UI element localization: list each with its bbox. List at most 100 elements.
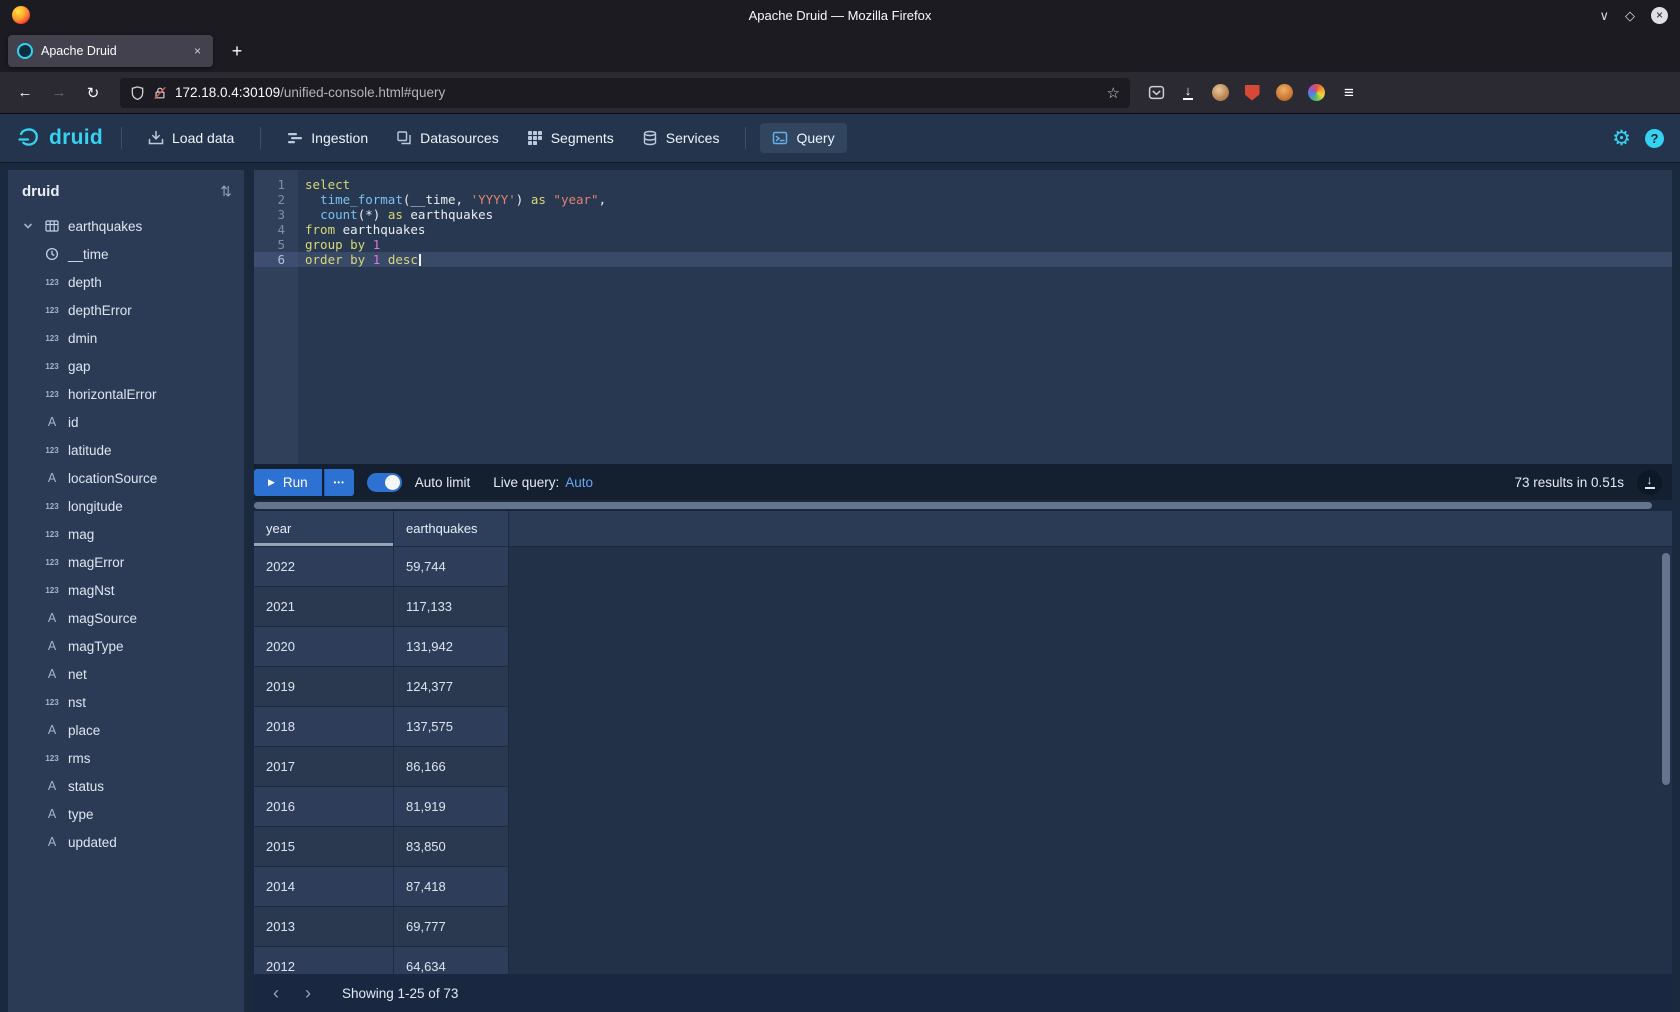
tree-item-label: latitude bbox=[68, 443, 112, 458]
ublock-extension-icon[interactable] bbox=[1238, 79, 1266, 107]
cell-earthquakes[interactable]: 64,634 bbox=[394, 947, 509, 974]
tree-item-updated[interactable]: Aupdated bbox=[8, 828, 244, 856]
table-row: 201264,634 bbox=[254, 947, 1672, 974]
pocket-icon[interactable] bbox=[1142, 79, 1170, 107]
cell-year[interactable]: 2021 bbox=[254, 587, 394, 627]
nav-datasources[interactable]: Datasources bbox=[384, 123, 511, 153]
code-line[interactable]: count(*) as earthquakes bbox=[298, 207, 1672, 222]
cell-earthquakes[interactable]: 69,777 bbox=[394, 907, 509, 947]
code-line[interactable]: select bbox=[298, 177, 1672, 192]
tree-item-latitude[interactable]: 123latitude bbox=[8, 436, 244, 464]
tree-item-gap[interactable]: 123gap bbox=[8, 352, 244, 380]
tree-item-nst[interactable]: 123nst bbox=[8, 688, 244, 716]
cell-earthquakes[interactable]: 83,850 bbox=[394, 827, 509, 867]
column-header-year[interactable]: year bbox=[254, 511, 394, 547]
nav-query[interactable]: Query bbox=[760, 123, 846, 153]
back-button[interactable]: ← bbox=[10, 78, 40, 108]
tree-item-horizontalError[interactable]: 123horizontalError bbox=[8, 380, 244, 408]
horizontal-scrollbar[interactable] bbox=[254, 500, 1672, 511]
cell-earthquakes[interactable]: 117,133 bbox=[394, 587, 509, 627]
load-data-icon bbox=[148, 130, 164, 146]
tree-item-net[interactable]: Anet bbox=[8, 660, 244, 688]
run-more-button[interactable]: ••• bbox=[324, 469, 354, 496]
previous-page-button[interactable]: ‹ bbox=[262, 979, 290, 1007]
druid-logo[interactable]: druid bbox=[16, 125, 109, 151]
bookmark-star-icon[interactable]: ☆ bbox=[1107, 84, 1120, 102]
cell-year[interactable]: 2012 bbox=[254, 947, 394, 974]
cell-earthquakes[interactable]: 124,377 bbox=[394, 667, 509, 707]
window-close-icon[interactable]: × bbox=[1651, 7, 1668, 24]
tree-item-rms[interactable]: 123rms bbox=[8, 744, 244, 772]
tree-item-label: earthquakes bbox=[68, 219, 142, 234]
help-icon[interactable]: ? bbox=[1645, 129, 1664, 148]
cell-earthquakes[interactable]: 81,919 bbox=[394, 787, 509, 827]
menu-icon[interactable]: ≡ bbox=[1334, 78, 1364, 108]
tab-close-icon[interactable]: × bbox=[191, 42, 204, 60]
cell-earthquakes[interactable]: 87,418 bbox=[394, 867, 509, 907]
downloads-icon[interactable]: ↓ bbox=[1174, 79, 1202, 107]
nav-load-data[interactable]: Load data bbox=[136, 123, 246, 153]
tree-item-place[interactable]: Aplace bbox=[8, 716, 244, 744]
code-line[interactable]: order by 1 desc bbox=[298, 252, 1672, 267]
tree-item-id[interactable]: Aid bbox=[8, 408, 244, 436]
cell-year[interactable]: 2016 bbox=[254, 787, 394, 827]
nav-segments[interactable]: Segments bbox=[515, 123, 626, 153]
cell-earthquakes[interactable]: 86,166 bbox=[394, 747, 509, 787]
profile-avatar-icon[interactable] bbox=[1270, 79, 1298, 107]
tree-item-magType[interactable]: AmagType bbox=[8, 632, 244, 660]
url-bar[interactable]: 172.18.0.4:30109/unified-console.html#qu… bbox=[120, 78, 1130, 108]
horizontal-scrollbar-thumb[interactable] bbox=[254, 502, 1652, 509]
window-minimize-icon[interactable]: ∨ bbox=[1599, 9, 1609, 22]
sql-editor[interactable]: 123456 select time_format(__time, 'YYYY'… bbox=[254, 170, 1672, 464]
editor-code[interactable]: select time_format(__time, 'YYYY') as "y… bbox=[298, 170, 1672, 464]
cell-earthquakes[interactable]: 59,744 bbox=[394, 547, 509, 587]
cell-year[interactable]: 2018 bbox=[254, 707, 394, 747]
nav-ingestion[interactable]: Ingestion bbox=[275, 123, 380, 153]
schema-sort-icon[interactable]: ⇅ bbox=[220, 183, 232, 200]
cell-year[interactable]: 2013 bbox=[254, 907, 394, 947]
reload-button[interactable]: ↻ bbox=[78, 78, 108, 108]
tree-item-magError[interactable]: 123magError bbox=[8, 548, 244, 576]
download-results-icon[interactable]: ↓ bbox=[1637, 470, 1662, 495]
code-line[interactable]: time_format(__time, 'YYYY') as "year", bbox=[298, 192, 1672, 207]
next-page-button[interactable]: › bbox=[294, 979, 322, 1007]
forward-button[interactable]: → bbox=[44, 78, 74, 108]
live-query-value[interactable]: Auto bbox=[565, 475, 593, 490]
column-header-earthquakes[interactable]: earthquakes bbox=[394, 511, 509, 547]
tree-item-earthquakes[interactable]: earthquakes bbox=[8, 212, 244, 240]
tree-item-mag[interactable]: 123mag bbox=[8, 520, 244, 548]
cell-year[interactable]: 2017 bbox=[254, 747, 394, 787]
tree-item-dmin[interactable]: 123dmin bbox=[8, 324, 244, 352]
tree-item-locationSource[interactable]: AlocationSource bbox=[8, 464, 244, 492]
cell-year[interactable]: 2014 bbox=[254, 867, 394, 907]
cell-year[interactable]: 2020 bbox=[254, 627, 394, 667]
nav-services[interactable]: Services bbox=[630, 123, 732, 153]
account-avatar-icon[interactable] bbox=[1206, 79, 1234, 107]
browser-tab[interactable]: Apache Druid × bbox=[8, 35, 213, 67]
window-maximize-icon[interactable]: ◇ bbox=[1625, 9, 1635, 22]
datasources-icon bbox=[396, 130, 412, 146]
tree-item-magNst[interactable]: 123magNst bbox=[8, 576, 244, 604]
tree-item-depthError[interactable]: 123depthError bbox=[8, 296, 244, 324]
tree-item-type[interactable]: Atype bbox=[8, 800, 244, 828]
tracking-protection-shield-icon[interactable] bbox=[130, 85, 145, 101]
cell-earthquakes[interactable]: 137,575 bbox=[394, 707, 509, 747]
extension-pinwheel-icon[interactable] bbox=[1302, 79, 1330, 107]
cell-year[interactable]: 2019 bbox=[254, 667, 394, 707]
code-line[interactable]: group by 1 bbox=[298, 237, 1672, 252]
tree-item-depth[interactable]: 123depth bbox=[8, 268, 244, 296]
tree-item-longitude[interactable]: 123longitude bbox=[8, 492, 244, 520]
code-line[interactable]: from earthquakes bbox=[298, 222, 1672, 237]
cell-earthquakes[interactable]: 131,942 bbox=[394, 627, 509, 667]
tree-item-magSource[interactable]: AmagSource bbox=[8, 604, 244, 632]
cell-year[interactable]: 2022 bbox=[254, 547, 394, 587]
run-button[interactable]: ▶ Run bbox=[254, 469, 322, 496]
insecure-lock-icon[interactable] bbox=[153, 85, 167, 101]
tree-item-__time[interactable]: __time bbox=[8, 240, 244, 268]
settings-gear-icon[interactable]: ⚙ bbox=[1612, 126, 1631, 151]
tree-item-status[interactable]: Astatus bbox=[8, 772, 244, 800]
vertical-scrollbar-thumb[interactable] bbox=[1662, 553, 1670, 785]
cell-year[interactable]: 2015 bbox=[254, 827, 394, 867]
new-tab-button[interactable]: + bbox=[223, 37, 251, 65]
auto-limit-toggle[interactable] bbox=[367, 473, 402, 492]
